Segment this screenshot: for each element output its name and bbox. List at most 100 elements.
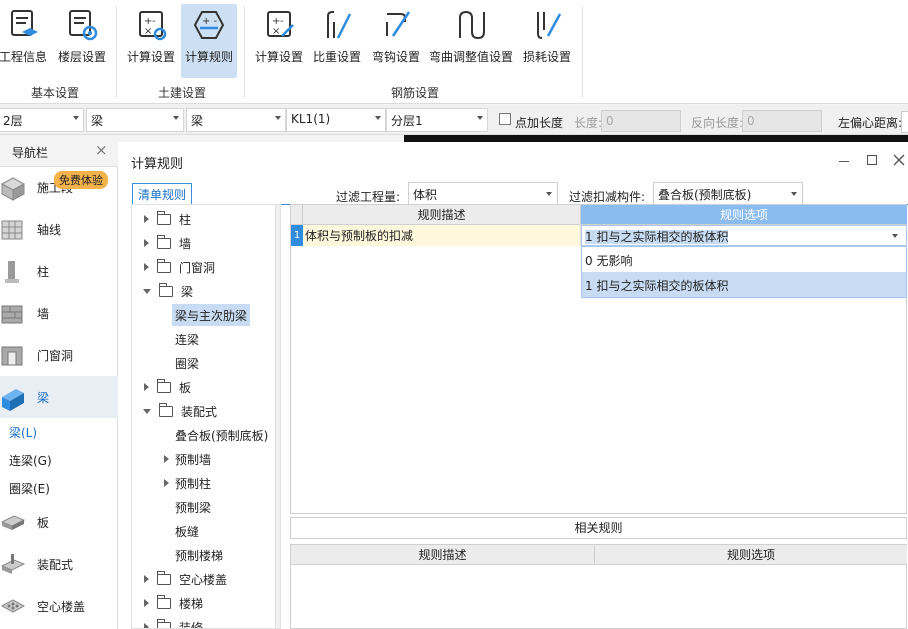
element-select-value: KL1(1)	[291, 112, 331, 126]
nav-item-slab[interactable]: 板	[0, 501, 118, 543]
tree-node-stair[interactable]: 楼梯	[144, 592, 203, 614]
tree-node-prefab[interactable]: 装配式	[143, 400, 217, 422]
tree-node-beam[interactable]: 梁	[143, 280, 193, 302]
nav-subitem-coupling-beam[interactable]: 连梁(G)	[9, 452, 52, 469]
dropdown-option-none[interactable]: 0 无影响	[582, 247, 906, 272]
grid-row-desc[interactable]: 体积与预制板的扣减	[303, 225, 581, 246]
tree-node-slab[interactable]: 板	[144, 376, 191, 398]
loss-settings-icon	[537, 12, 562, 39]
tree-leaf-coupling-beam[interactable]: 连梁	[172, 328, 202, 350]
layer-select-value: 分层1	[391, 114, 423, 128]
svg-text:-: -	[280, 16, 284, 27]
nav-close-button[interactable]: ×	[95, 141, 108, 159]
nav-item-column[interactable]: 柱	[0, 250, 118, 292]
dropdown-option-deduct[interactable]: 1 扣与之实际相交的板体积	[582, 272, 906, 297]
nav-item-label: 板	[37, 515, 50, 530]
floor-select[interactable]: 2层	[0, 108, 84, 132]
tree-scrollbar[interactable]	[275, 205, 280, 628]
wall-icon	[1, 305, 23, 324]
nav-item-beam[interactable]: 梁	[0, 376, 118, 418]
subcategory-select-value: 梁	[191, 114, 204, 128]
project-info-button[interactable]: 工程信息	[0, 4, 48, 78]
tree-leaf-beam-rib[interactable]: 梁与主次肋梁	[172, 304, 251, 326]
nav-item-openings[interactable]: 门窗洞	[0, 334, 118, 376]
nav-subitem-beam-l[interactable]: 梁(L)	[9, 424, 37, 441]
dialog-titlebar: 计算规则	[118, 142, 908, 178]
category-select-value: 梁	[91, 114, 104, 128]
filter-component-select[interactable]: 叠合板(预制底板)	[653, 182, 803, 206]
nav-item-axis[interactable]: 轴线	[0, 208, 118, 250]
nav-title: 导航栏	[12, 146, 49, 160]
tree-node-column[interactable]: 柱	[144, 208, 191, 230]
related-header-option: 规则选项	[595, 545, 907, 565]
grid-row-number: 1	[291, 225, 303, 246]
hook-settings-button[interactable]: 弯钩设置	[369, 4, 423, 78]
nav-item-prefab[interactable]: 装配式	[0, 543, 118, 585]
grid-header-option: 规则选项	[581, 205, 907, 225]
element-select[interactable]: KL1(1)	[286, 108, 386, 132]
tree-leaf-ring-beam[interactable]: 圈梁	[172, 352, 202, 374]
calc-rules-button[interactable]: + - 计算规则	[181, 4, 237, 78]
collapse-icon	[143, 288, 151, 294]
tree-node-decoration[interactable]: 装修	[144, 616, 203, 628]
tree-node-wall[interactable]: 墙	[144, 232, 191, 254]
tree-leaf-prefab-beam[interactable]: 预制梁	[172, 496, 214, 518]
chevron-down-icon	[375, 116, 381, 120]
density-settings-button[interactable]: 比重设置	[310, 4, 364, 78]
free-trial-badge[interactable]: 免费体验	[54, 171, 108, 189]
floor-settings-button[interactable]: 楼层设置	[56, 4, 108, 78]
tree-leaf-prefab-stair[interactable]: 预制楼梯	[172, 544, 226, 566]
calc-rules-dialog: 计算规则 清单规则 过滤工程量: 体积 过滤扣减构件: 叠合板(预制底板) 柱 …	[118, 142, 908, 629]
loss-settings-button[interactable]: 损耗设置	[519, 4, 575, 78]
maximize-icon[interactable]	[867, 155, 877, 165]
filter-quantity-select[interactable]: 体积	[408, 182, 558, 206]
nav-item-label: 墙	[37, 306, 50, 321]
nav-item-label: 轴线	[37, 222, 62, 237]
svg-text:×: ×	[144, 26, 152, 37]
prefab-icon	[0, 554, 26, 574]
rebar-calc-settings-label: 计算设置	[254, 50, 303, 64]
minimize-icon[interactable]	[839, 161, 849, 162]
tree-node-hollow-floor[interactable]: 空心楼盖	[144, 568, 227, 590]
civil-calc-settings-button[interactable]: + - × 计算设置	[124, 4, 178, 78]
tree-leaf-composite-slab[interactable]: 叠合板(预制底板)	[172, 424, 271, 446]
nav-item-hollow-floor[interactable]: 空心楼盖	[0, 585, 118, 627]
chevron-down-icon	[791, 192, 797, 196]
point-length-checkbox[interactable]	[499, 113, 511, 125]
tree-node-label: 装配式	[181, 404, 218, 419]
nav-item-label: 柱	[37, 264, 50, 279]
left-offset-input[interactable]	[901, 111, 908, 133]
folder-icon	[157, 234, 171, 249]
related-rules-header: 相关规则	[290, 517, 907, 539]
tree-node-label: 柱	[179, 212, 192, 227]
nav-item-label: 梁	[37, 390, 50, 405]
column-icon	[5, 261, 19, 283]
tab-bill-rules[interactable]: 清单规则	[132, 183, 193, 205]
bend-adjust-settings-button[interactable]: 弯曲调整值设置	[427, 4, 515, 78]
tree-node-prefab-wall[interactable]: 预制墙	[164, 448, 211, 470]
rule-option-dropdown: 0 无影响 1 扣与之实际相交的板体积	[581, 246, 907, 298]
subcategory-select[interactable]: 梁	[186, 108, 286, 132]
chevron-down-icon	[892, 234, 898, 238]
rule-option-combobox[interactable]: 1 扣与之实际相交的板体积	[581, 225, 907, 246]
tree-leaf-slab-seam[interactable]: 板缝	[172, 520, 202, 542]
tree-node-openings[interactable]: 门窗洞	[144, 256, 215, 278]
beam-icon	[2, 389, 24, 411]
project-info-label: 工程信息	[0, 50, 47, 64]
category-select[interactable]: 梁	[86, 108, 184, 132]
rebar-calc-settings-button[interactable]: + - × 计算设置	[252, 4, 306, 78]
group-basic-settings: 基本设置	[30, 86, 79, 100]
calc-rules-icon: + -	[193, 11, 225, 39]
nav-subitem-ring-beam[interactable]: 圈梁(E)	[9, 480, 50, 497]
point-length-label: 点加长度	[515, 116, 564, 130]
filter-component-label: 过滤扣减构件:	[569, 190, 646, 204]
length-input[interactable]: 0	[601, 110, 681, 132]
grid-icon	[1, 220, 23, 240]
tree-node-prefab-column[interactable]: 预制柱	[164, 472, 211, 494]
close-icon[interactable]	[893, 154, 905, 166]
folder-icon	[159, 402, 173, 417]
reverse-length-input[interactable]: 0	[742, 110, 822, 132]
bend-adjust-icon	[459, 10, 485, 40]
nav-item-wall[interactable]: 墙	[0, 292, 118, 334]
layer-select[interactable]: 分层1	[386, 108, 488, 132]
